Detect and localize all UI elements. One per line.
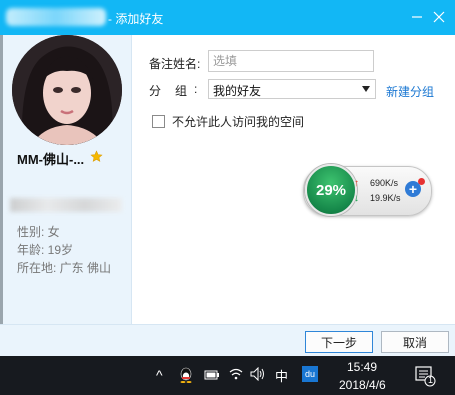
dialog-footer: 下一步 取消 (0, 324, 455, 357)
group-select[interactable]: 我的好友 (208, 79, 376, 99)
remark-input[interactable] (208, 50, 374, 72)
gender-info: 性别: 女 (17, 225, 60, 239)
close-icon (433, 11, 445, 23)
next-button[interactable]: 下一步 (305, 331, 373, 353)
group-label-colon: : (194, 82, 198, 96)
nickname: MM-佛山-... (17, 152, 85, 167)
new-group-link[interactable]: 新建分组 (386, 83, 434, 100)
location-info: 所在地: 广东 佛山 (17, 261, 112, 275)
minimize-button[interactable] (408, 8, 426, 26)
notification-center-button[interactable]: 1 (414, 365, 436, 387)
deny-visit-checkbox[interactable] (152, 115, 165, 128)
speed-percent-circle[interactable]: 29% (305, 164, 357, 216)
cancel-button[interactable]: 取消 (381, 331, 449, 353)
chevron-down-icon (362, 86, 370, 92)
star-icon (90, 150, 103, 162)
qq-penguin-icon[interactable] (179, 367, 193, 383)
blurred-contact-name (6, 8, 106, 26)
minimize-icon (412, 16, 422, 18)
blurred-signature (10, 198, 122, 212)
wifi-icon[interactable] (229, 367, 243, 381)
add-friend-window: - 添加好友 MM-佛山-... 性别: 女 年龄: 19岁 所在地: 广东 佛… (0, 0, 455, 395)
avatar-photo (12, 35, 122, 145)
baidu-du-icon[interactable]: du (302, 366, 318, 382)
title-bar[interactable]: - 添加好友 (0, 0, 455, 35)
alert-dot-icon (418, 178, 425, 185)
avatar (12, 35, 122, 145)
input-method-indicator[interactable]: 中 (275, 366, 288, 385)
remark-label: 备注姓名: (149, 57, 201, 71)
age-info: 年龄: 19岁 (17, 243, 74, 257)
volume-icon[interactable] (250, 367, 266, 381)
battery-icon[interactable] (204, 369, 220, 381)
group-select-value: 我的好友 (213, 84, 262, 98)
taskbar: ^ 中 du 15:49 2018/4/6 1 (0, 356, 455, 395)
deny-visit-label: 不允许此人访问我的空间 (172, 115, 305, 129)
clock-date[interactable]: 2018/4/6 (339, 378, 386, 392)
upload-speed: 690K/s (370, 178, 399, 188)
window-title: - 添加好友 (108, 12, 164, 26)
speed-percent: 29% (315, 181, 347, 199)
chevron-up-icon[interactable]: ^ (156, 367, 163, 383)
close-button[interactable] (430, 8, 448, 26)
window-left-edge (0, 35, 3, 324)
download-arrow-icon: ↓ (354, 193, 359, 204)
upload-arrow-icon: ↑ (354, 178, 359, 189)
clock-time[interactable]: 15:49 (347, 360, 377, 374)
download-speed: 19.9K/s (370, 193, 401, 203)
plus-icon: + (408, 181, 418, 197)
notification-count: 1 (428, 375, 434, 385)
